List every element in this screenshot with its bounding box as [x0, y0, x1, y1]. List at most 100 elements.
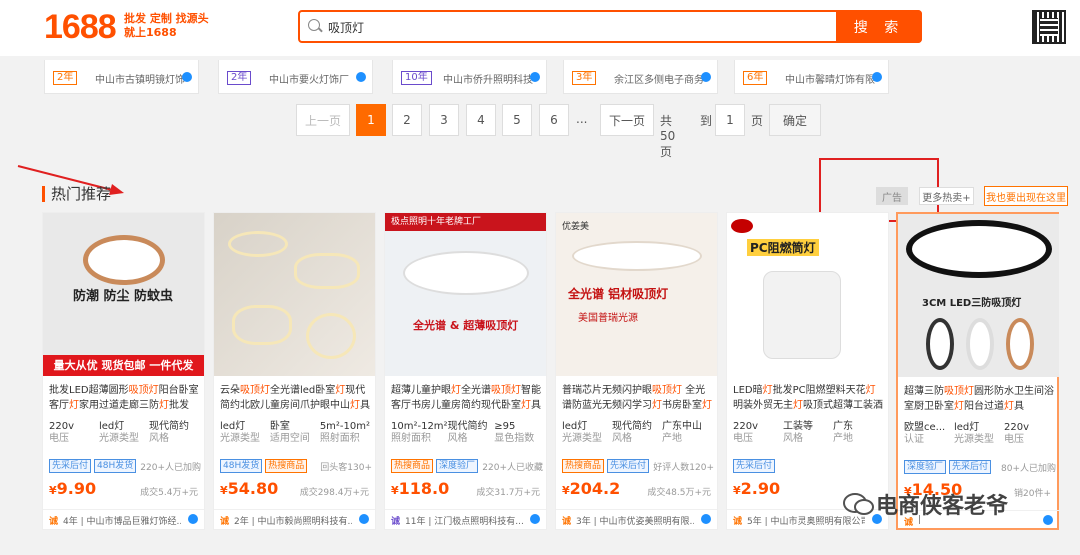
- product-shop[interactable]: 诚 4年 | 中山市博品巨雅灯饰经...: [43, 509, 204, 529]
- shop-years-badge: 6年: [743, 71, 768, 85]
- shop-name[interactable]: 中山市要火灯饰厂: [269, 71, 359, 86]
- product-card[interactable]: 防潮 防尘 防蚊虫 量大从优 现货包邮 一件代发 批发LED超薄圆形吸顶灯阳台卧室…: [42, 212, 205, 530]
- top-header: 1688 批发 定制 找源头就上1688 搜 索: [0, 0, 1080, 56]
- product-tags: 先采后付 48H发货 220+人已加购: [49, 459, 201, 473]
- product-price: ¥204.2: [562, 479, 621, 498]
- shop-badge: 诚: [562, 517, 572, 527]
- shop-years-badge: 3年: [572, 71, 597, 85]
- product-image[interactable]: 极点照明十年老牌工厂 全光谱 & 超薄吸顶灯: [385, 213, 546, 376]
- product-attr: 广东 产地: [833, 421, 853, 444]
- wangwang-icon[interactable]: [872, 72, 882, 82]
- product-image[interactable]: 3CM LED三防吸顶灯: [898, 214, 1059, 377]
- shop-row[interactable]: 2年 中山市古镇明镜灯饰厂: [44, 60, 199, 94]
- product-card[interactable]: 优姜美 全光谱 铝材吸顶灯 美国普瑞光源 普瑞芯片无频闪护眼吸顶灯 全光谱防蓝光无频…: [555, 212, 718, 530]
- product-title[interactable]: 超薄三防吸顶灯圆形防水卫生间浴室厨卫卧室灯阳台过道灯具: [904, 384, 1054, 414]
- product-image[interactable]: 防潮 防尘 防蚊虫 量大从优 现货包邮 一件代发: [43, 213, 204, 376]
- product-tag: 深度验厂: [904, 460, 947, 474]
- wangwang-icon[interactable]: [356, 72, 366, 82]
- prev-page-button[interactable]: 上一页: [296, 104, 350, 136]
- product-card[interactable]: PC阻燃筒灯 LED暗灯批发PC阻燃塑料天花灯明装外贸无主灯吸顶式超薄工装酒店 …: [726, 212, 889, 530]
- product-attrs: 10m²-12m² 照射面积 现代简约 风格 ≥95 显色指数: [391, 421, 541, 445]
- page-unit: 页: [751, 114, 764, 128]
- product-shop[interactable]: 诚 11年 | 江门极点照明科技有...: [385, 509, 546, 529]
- product-image[interactable]: PC阻燃筒灯: [727, 213, 888, 376]
- product-attr: ≥95 显色指数: [494, 421, 535, 444]
- product-attr: 5m²-10m² 照射面积: [319, 421, 371, 444]
- product-tags: 热搜商品 深度验厂 220+人已收藏: [391, 459, 543, 473]
- product-tag: 先采后付: [733, 459, 776, 473]
- product-stat: 80+人已加购: [1001, 463, 1056, 474]
- product-tag: 热搜商品: [265, 459, 308, 473]
- product-title[interactable]: 云朵吸顶灯全光谱led卧室灯现代简约北欧儿童房间爪护眼中山灯具: [220, 383, 370, 413]
- page-2-button[interactable]: 2: [392, 104, 422, 136]
- product-attrs: led灯 光源类型 卧室 适用空间 5m²-10m² 照射面积: [220, 421, 370, 445]
- search-input[interactable]: [328, 16, 798, 38]
- shop-row[interactable]: 10年 中山市侨升照明科技...: [392, 60, 547, 94]
- wangwang-icon[interactable]: [359, 514, 369, 524]
- product-title[interactable]: LED暗灯批发PC阻燃塑料天花灯明装外贸无主灯吸顶式超薄工装酒店: [733, 383, 883, 413]
- slogan: 批发 定制 找源头 就上1688: [124, 12, 209, 39]
- wangwang-icon[interactable]: [530, 72, 540, 82]
- product-tag: 深度验厂: [436, 459, 479, 473]
- product-tag: 热搜商品: [391, 459, 434, 473]
- product-attrs: 欧盟ce... 认证 led灯 光源类型 220v 电压: [904, 422, 1054, 446]
- product-attrs: led灯 光源类型 现代简约 风格 广东中山 产地: [562, 421, 712, 445]
- product-tag: 先采后付: [949, 460, 992, 474]
- product-attr: 220v 电压: [49, 421, 75, 444]
- site-logo[interactable]: 1688: [44, 8, 117, 47]
- shop-row[interactable]: 3年 余江区多侧电子商务商行: [563, 60, 718, 94]
- page-5-button[interactable]: 5: [502, 104, 532, 136]
- product-title[interactable]: 普瑞芯片无频闪护眼吸顶灯 全光谱防蓝光无频闪学习灯书房卧室灯: [562, 383, 712, 413]
- product-card[interactable]: 3CM LED三防吸顶灯 超薄三防吸顶灯圆形防水卫生间浴室厨卫卧室灯阳台过道灯具…: [896, 212, 1059, 530]
- shop-row[interactable]: 2年 中山市要火灯饰厂: [218, 60, 373, 94]
- next-page-button[interactable]: 下一页: [600, 104, 654, 136]
- shop-name[interactable]: 中山市侨升照明科技...: [443, 71, 533, 86]
- product-attr: 现代简约 风格: [149, 421, 189, 444]
- shop-row[interactable]: 6年 中山市馨晴灯饰有限公司: [734, 60, 889, 94]
- section-title: 热门推荐: [42, 186, 111, 202]
- product-stat: 回头客130+: [320, 462, 372, 473]
- product-attr: 10m²-12m² 照射面积: [391, 421, 448, 444]
- product-title[interactable]: 超薄儿童护眼灯全光谱吸顶灯智能客厅书房儿童房简约现代卧室灯具: [391, 383, 541, 413]
- goto-label: 到: [700, 114, 713, 128]
- product-tag: 48H发货: [220, 459, 263, 473]
- shop-name[interactable]: 余江区多侧电子商务商行: [614, 71, 704, 86]
- shop-years-badge: 2年: [227, 71, 252, 85]
- page-3-button[interactable]: 3: [429, 104, 459, 136]
- product-stat: 好评人数120+: [653, 462, 714, 473]
- more-hot-button[interactable]: 更多热卖+: [919, 187, 974, 205]
- confirm-page-button[interactable]: 确定: [769, 104, 821, 136]
- wangwang-icon[interactable]: [701, 514, 711, 524]
- page-4-button[interactable]: 4: [466, 104, 496, 136]
- search-bar: 搜 索: [298, 10, 922, 43]
- product-tags: 深度验厂 先采后付 80+人已加购: [904, 460, 1056, 474]
- product-card[interactable]: 极点照明十年老牌工厂 全光谱 & 超薄吸顶灯 超薄儿童护眼灯全光谱吸顶灯智能客厅书…: [384, 212, 547, 530]
- wangwang-icon[interactable]: [188, 514, 198, 524]
- search-button[interactable]: 搜 索: [836, 10, 922, 43]
- page-1-button[interactable]: 1: [356, 104, 386, 136]
- product-tags: 热搜商品 先采后付 好评人数120+: [562, 459, 714, 473]
- page-input[interactable]: 1: [715, 104, 745, 136]
- product-price: ¥118.0: [391, 479, 450, 498]
- product-shop[interactable]: 诚 2年 | 中山市毅尚照明科技有...: [214, 509, 375, 529]
- product-title[interactable]: 批发LED超薄圆形吸顶灯阳台卧室客厅灯家用过道走廊三防灯批发: [49, 383, 199, 413]
- product-card[interactable]: 云朵吸顶灯全光谱led卧室灯现代简约北欧儿童房间爪护眼中山灯具 led灯 光源类型…: [213, 212, 376, 530]
- product-image[interactable]: [214, 213, 375, 376]
- product-attr: 广东中山 产地: [662, 421, 702, 444]
- product-attr: led灯 光源类型: [954, 422, 994, 445]
- product-deal: 成交5.4万+元: [140, 488, 198, 498]
- product-image[interactable]: 优姜美 全光谱 铝材吸顶灯 美国普瑞光源: [556, 213, 717, 376]
- wangwang-icon[interactable]: [701, 72, 711, 82]
- product-deal: 成交31.7万+元: [476, 488, 540, 498]
- shop-name[interactable]: 中山市馨晴灯饰有限公司: [785, 71, 875, 86]
- shop-name[interactable]: 中山市古镇明镜灯饰厂: [95, 71, 185, 86]
- product-tag: 先采后付: [49, 459, 92, 473]
- product-shop[interactable]: 诚 3年 | 中山市优姿美照明有限...: [556, 509, 717, 529]
- want-show-here-button[interactable]: 我也要出现在这里: [984, 186, 1068, 206]
- product-price: ¥9.90: [49, 479, 97, 498]
- shop-years-badge: 2年: [53, 71, 78, 85]
- product-deal: 成交48.5万+元: [647, 488, 711, 498]
- page-6-button[interactable]: 6: [539, 104, 569, 136]
- wangwang-icon[interactable]: [182, 72, 192, 82]
- wangwang-icon[interactable]: [530, 514, 540, 524]
